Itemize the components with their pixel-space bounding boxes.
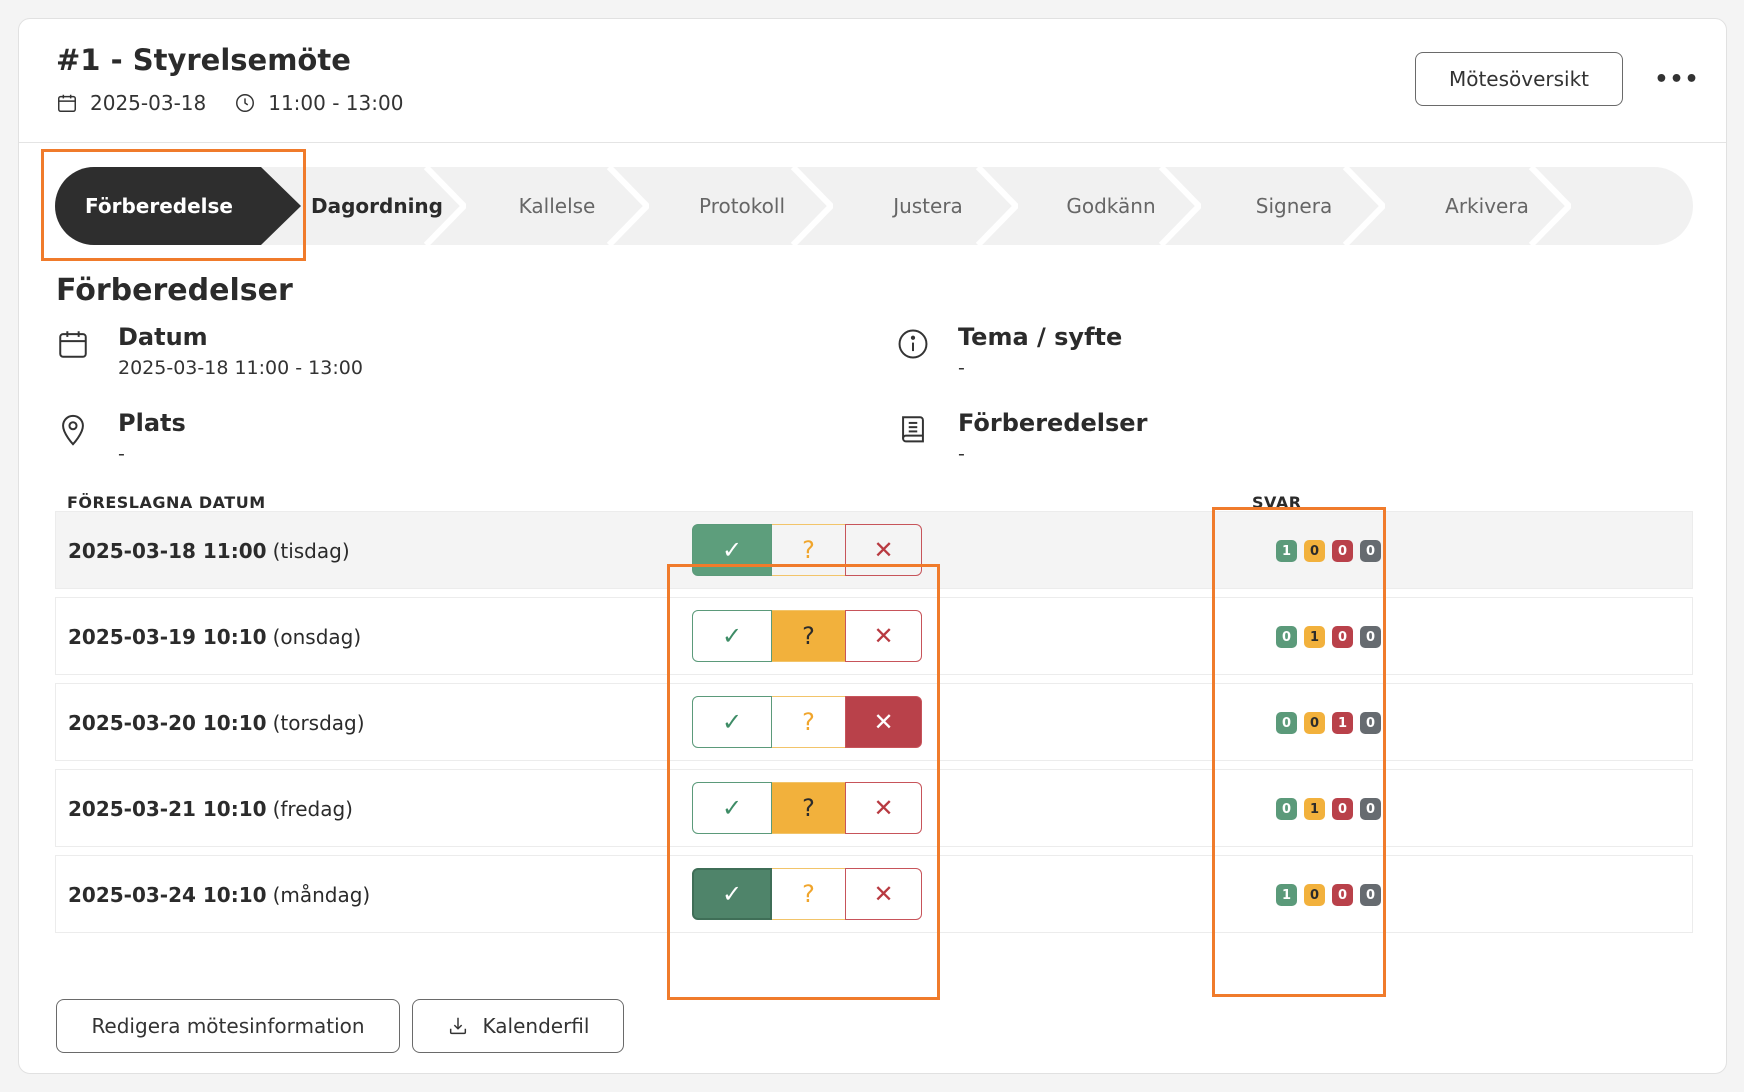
vote-yes-button[interactable]: ✓ [692,610,772,662]
clock-icon [236,94,255,112]
column-header-answers: SVAR [1252,493,1302,512]
workflow-stepper: Förberedelse Dagordning Kallelse Protoko… [55,167,1693,245]
meeting-date: 2025-03-18 [90,91,207,115]
vote-yes-button[interactable]: ✓ [692,524,772,576]
forberedelser-value: - [958,443,965,465]
step-dagordning[interactable]: Dagordning [287,167,467,245]
book-icon [902,416,924,443]
count-maybe-badge: 1 [1304,626,1325,648]
meeting-meta: 2025-03-18 11:00 - 13:00 [56,91,403,115]
more-options-button[interactable]: ••• [1654,61,1698,97]
page-title: #1 - Styrelsemöte [56,43,351,77]
count-none-badge: 0 [1360,712,1381,734]
count-none-badge: 0 [1360,798,1381,820]
plats-label: Plats [118,409,186,437]
step-forberedelse[interactable]: Förberedelse [55,167,301,245]
info-datum: Datum 2025-03-18 11:00 - 13:00 [56,323,363,379]
location-pin-icon [62,414,84,446]
vote-maybe-button[interactable]: ? [772,868,845,920]
step-signera[interactable]: Signera [1201,167,1387,245]
section-title: Förberedelser [56,273,293,308]
count-maybe-badge: 0 [1304,540,1325,562]
vote-group: ✓ ? ✕ [692,868,922,920]
vote-yes-button[interactable]: ✓ [692,868,772,920]
date-option-label: 2025-03-21 10:10 (fredag) [68,797,353,821]
count-none-badge: 0 [1360,884,1381,906]
vote-yes-button[interactable]: ✓ [692,782,772,834]
datum-value: 2025-03-18 11:00 - 13:00 [118,357,363,379]
count-no-badge: 1 [1332,712,1353,734]
count-yes-badge: 0 [1276,712,1297,734]
count-no-badge: 0 [1332,798,1353,820]
step-arkivera[interactable]: Arkivera [1387,167,1587,245]
vote-no-button[interactable]: ✕ [845,782,922,834]
vote-group: ✓ ? ✕ [692,782,922,834]
tema-value: - [958,357,965,379]
count-yes-badge: 0 [1276,626,1297,648]
datum-label: Datum [118,323,208,351]
table-row: 2025-03-20 10:10 (torsdag) ✓ ? ✕ 0 0 1 0 [55,683,1693,761]
vote-maybe-button[interactable]: ? [772,610,845,662]
edit-meeting-info-button[interactable]: Redigera mötesinformation [56,999,400,1053]
vote-yes-button[interactable]: ✓ [692,696,772,748]
plats-value: - [118,443,125,465]
count-none-badge: 0 [1360,540,1381,562]
info-plats: Plats - [56,409,186,465]
vote-group: ✓ ? ✕ [692,610,922,662]
info-forberedelser: Förberedelser - [896,409,1147,465]
vote-maybe-button[interactable]: ? [772,782,845,834]
table-row: 2025-03-21 10:10 (fredag) ✓ ? ✕ 0 1 0 0 [55,769,1693,847]
count-yes-badge: 1 [1276,540,1297,562]
column-header-dates: FÖRESLAGNA DATUM [67,493,266,512]
meeting-time: 11:00 - 13:00 [268,91,404,115]
date-option-label: 2025-03-18 11:00 (tisdag) [68,539,350,563]
calendar-icon [59,331,87,358]
vote-no-button[interactable]: ✕ [845,868,922,920]
vote-maybe-button[interactable]: ? [772,696,845,748]
step-godkann[interactable]: Godkänn [1021,167,1201,245]
meeting-card: #1 - Styrelsemöte 2025-03-18 11:00 - 13:… [18,18,1727,1074]
meeting-overview-button[interactable]: Mötesöversikt [1415,52,1623,106]
count-maybe-badge: 0 [1304,884,1325,906]
date-option-label: 2025-03-24 10:10 (måndag) [68,883,371,907]
vote-group: ✓ ? ✕ [692,524,922,576]
date-option-label: 2025-03-19 10:10 (onsdag) [68,625,362,649]
calendar-file-label: Kalenderfil [482,1014,590,1038]
calendar-icon [58,94,76,112]
info-tema: Tema / syfte - [896,323,1122,379]
answer-counts: 0 0 1 0 [1276,712,1388,734]
date-option-label: 2025-03-20 10:10 (torsdag) [68,711,365,735]
count-yes-badge: 0 [1276,798,1297,820]
vote-maybe-button[interactable]: ? [772,524,845,576]
table-row: 2025-03-24 10:10 (måndag) ✓ ? ✕ 1 0 0 0 [55,855,1693,933]
vote-no-button[interactable]: ✕ [845,524,922,576]
answer-counts: 0 1 0 0 [1276,626,1388,648]
step-justera[interactable]: Justera [835,167,1021,245]
meeting-header: #1 - Styrelsemöte 2025-03-18 11:00 - 13:… [19,19,1726,143]
info-icon [898,329,928,359]
answer-counts: 0 1 0 0 [1276,798,1388,820]
count-no-badge: 0 [1332,540,1353,562]
forberedelser-label: Förberedelser [958,409,1148,437]
step-kallelse[interactable]: Kallelse [467,167,647,245]
vote-no-button[interactable]: ✕ [845,610,922,662]
answer-counts: 1 0 0 0 [1276,540,1388,562]
tema-label: Tema / syfte [958,323,1123,351]
count-maybe-badge: 1 [1304,798,1325,820]
answer-counts: 1 0 0 0 [1276,884,1388,906]
step-protokoll[interactable]: Protokoll [649,167,835,245]
table-row: 2025-03-18 11:00 (tisdag) ✓ ? ✕ 1 0 0 0 [55,511,1693,589]
count-yes-badge: 1 [1276,884,1297,906]
count-no-badge: 0 [1332,884,1353,906]
vote-group: ✓ ? ✕ [692,696,922,748]
count-maybe-badge: 0 [1304,712,1325,734]
vote-no-button[interactable]: ✕ [845,696,922,748]
count-no-badge: 0 [1332,626,1353,648]
count-none-badge: 0 [1360,626,1381,648]
download-icon [449,1017,466,1035]
table-row: 2025-03-19 10:10 (onsdag) ✓ ? ✕ 0 1 0 0 [55,597,1693,675]
calendar-file-button[interactable]: Kalenderfil [412,999,624,1053]
